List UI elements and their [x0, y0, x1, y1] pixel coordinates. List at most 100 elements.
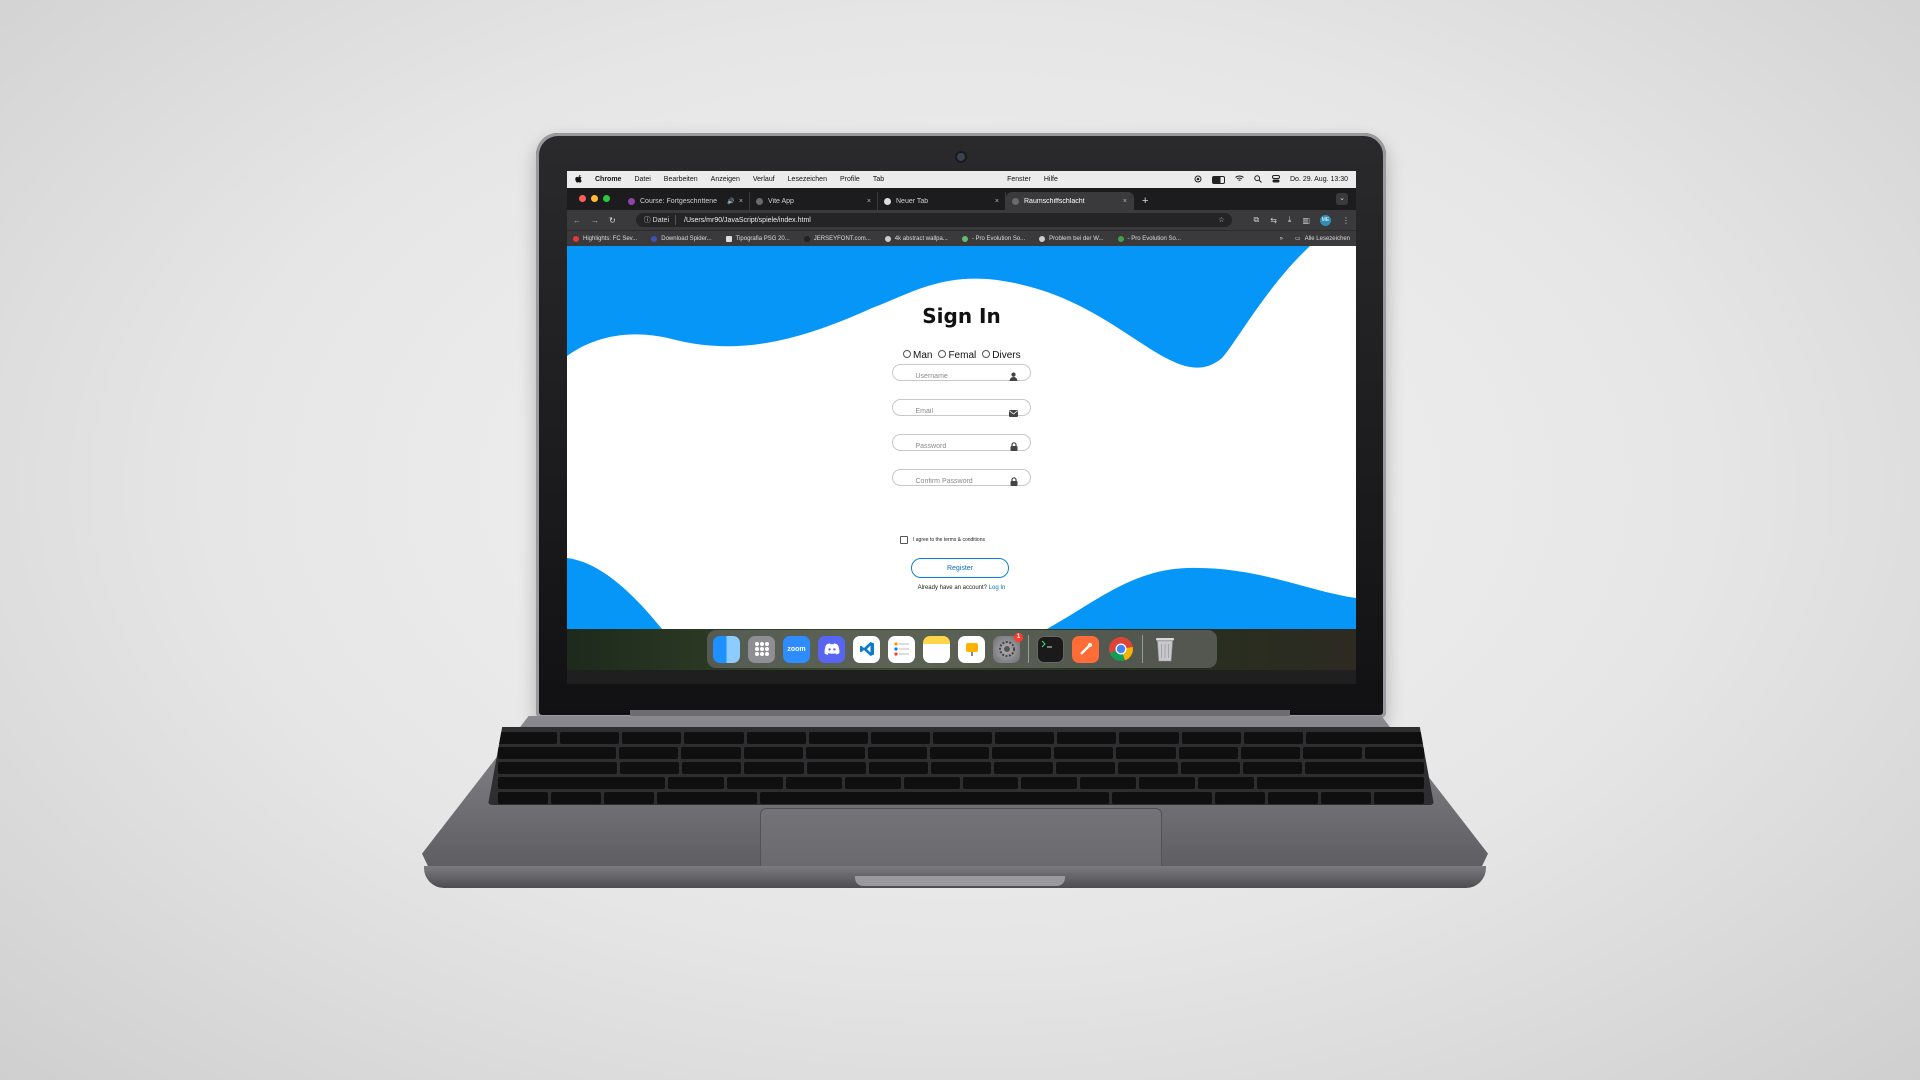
- macos-menubar: Chrome Datei Bearbeiten Anzeigen Verlauf…: [567, 171, 1356, 188]
- macos-dock: zoom 1: [707, 630, 1217, 668]
- bookmark-item[interactable]: JERSEYFONT.com...: [803, 235, 871, 242]
- site-info-label: Datei: [652, 217, 669, 224]
- tab-new-tab[interactable]: Neuer Tab ×: [878, 192, 1006, 210]
- screen-record-icon[interactable]: [1194, 175, 1202, 185]
- control-center-icon[interactable]: [1272, 174, 1280, 185]
- menu-profile[interactable]: Profile: [840, 176, 860, 183]
- keynote-icon[interactable]: [958, 635, 985, 663]
- close-tab-icon[interactable]: ×: [867, 198, 871, 205]
- system-settings-icon[interactable]: 1: [993, 632, 1023, 663]
- close-tab-icon[interactable]: ×: [739, 198, 743, 205]
- address-url[interactable]: /Users/mr90/JavaScript/spiele/index.html: [684, 217, 1218, 224]
- zoom-app-icon[interactable]: zoom: [783, 635, 810, 663]
- menu-hilfe[interactable]: Hilfe: [1044, 176, 1058, 183]
- bookmark-star-icon[interactable]: ☆: [1218, 216, 1224, 224]
- zoom-app-label: zoom: [787, 645, 806, 653]
- folder-icon: ▭: [1294, 236, 1301, 242]
- register-button[interactable]: Register: [911, 558, 1009, 578]
- email-input[interactable]: [913, 403, 1018, 420]
- password-input[interactable]: [913, 438, 1018, 455]
- gender-option-femal[interactable]: Femal: [938, 350, 976, 361]
- battery-icon[interactable]: [1212, 175, 1225, 184]
- menu-datei[interactable]: Datei: [634, 176, 650, 183]
- new-tab-button[interactable]: +: [1142, 195, 1148, 207]
- radio-button[interactable]: [903, 350, 911, 358]
- username-input[interactable]: [913, 368, 1018, 385]
- extensions-icon[interactable]: ⧉: [1253, 215, 1259, 225]
- menu-tab[interactable]: Tab: [873, 176, 884, 183]
- downloads-icon[interactable]: ⤓: [1288, 215, 1292, 225]
- reminders-icon[interactable]: [888, 635, 915, 663]
- vscode-icon[interactable]: [853, 635, 880, 663]
- launchpad-icon[interactable]: [748, 635, 775, 663]
- bookmark-item[interactable]: Highlights: FC Sev...: [573, 235, 637, 242]
- chrome-menu-icon[interactable]: ⋮: [1342, 216, 1350, 225]
- username-field: [892, 364, 1031, 385]
- finder-icon[interactable]: [713, 635, 740, 663]
- apple-menu-icon[interactable]: [575, 174, 582, 185]
- course-favicon-icon: [628, 197, 635, 205]
- notes-icon[interactable]: [923, 635, 950, 663]
- radio-label: Man: [913, 350, 933, 361]
- bottom-right-wave: [1047, 567, 1356, 629]
- tab-vite-app[interactable]: Vite App ×: [750, 192, 878, 210]
- tab-label: Vite App: [768, 197, 794, 205]
- speaker-icon[interactable]: 🔊: [727, 198, 734, 205]
- close-tab-icon[interactable]: ×: [1123, 198, 1127, 205]
- menu-lesezeichen[interactable]: Lesezeichen: [788, 176, 827, 183]
- bookmark-item[interactable]: Problem bei der W...: [1039, 235, 1104, 242]
- postman-icon[interactable]: [1072, 635, 1099, 663]
- site-info-chip[interactable]: ⓘ Datei: [644, 215, 676, 225]
- menu-verlauf[interactable]: Verlauf: [753, 176, 775, 183]
- all-bookmarks-label: Alle Lesezeichen: [1304, 235, 1350, 242]
- menubar-datetime[interactable]: Do. 29. Aug. 13:30: [1290, 176, 1348, 183]
- close-window-button[interactable]: [579, 195, 586, 202]
- tab-course[interactable]: Course: Fortgeschrittene 🔊 ×: [622, 192, 750, 210]
- bookmark-item[interactable]: - Pro Evolution So...: [961, 235, 1026, 242]
- tab-raumschiffschlacht[interactable]: Raumschiffschlacht ×: [1006, 192, 1134, 210]
- site-favicon-icon: [884, 235, 891, 242]
- login-link[interactable]: Log In: [989, 585, 1006, 591]
- page-title: Sign In: [922, 304, 1001, 328]
- email-field: [892, 399, 1031, 420]
- bookmark-item[interactable]: Download Spider...: [651, 235, 712, 242]
- reload-icon[interactable]: ↻: [609, 216, 616, 225]
- spotlight-search-icon[interactable]: [1254, 174, 1262, 185]
- bookmark-item[interactable]: - Pro Evolution So...: [1117, 235, 1181, 242]
- menu-bearbeiten[interactable]: Bearbeiten: [664, 176, 698, 183]
- profile-avatar[interactable]: ME: [1320, 214, 1331, 226]
- radio-button[interactable]: [982, 350, 991, 358]
- menu-fenster[interactable]: Fenster: [1007, 176, 1031, 183]
- bookmark-item[interactable]: 4k abstract wallpa...: [884, 235, 948, 242]
- discord-icon[interactable]: [818, 635, 845, 663]
- back-arrow-icon[interactable]: ←: [573, 216, 581, 225]
- minimize-window-button[interactable]: [591, 195, 598, 202]
- confirm-password-input[interactable]: [913, 473, 1018, 490]
- bookmark-label: Problem bei der W...: [1049, 235, 1104, 242]
- trash-icon[interactable]: [1151, 636, 1178, 663]
- bookmark-label: - Pro Evolution So...: [971, 235, 1026, 242]
- zoom-window-button[interactable]: [603, 195, 610, 202]
- menubar-app-name[interactable]: Chrome: [595, 176, 621, 183]
- translate-icon[interactable]: ⇆: [1270, 216, 1277, 225]
- forward-arrow-icon[interactable]: →: [591, 216, 599, 225]
- side-panel-icon[interactable]: ▥: [1302, 216, 1310, 225]
- keyboard: [488, 727, 1434, 805]
- lock-icon: [1010, 438, 1018, 456]
- menu-anzeigen[interactable]: Anzeigen: [711, 176, 740, 183]
- terminal-icon[interactable]: [1037, 635, 1064, 663]
- address-bar[interactable]: ⓘ Datei /Users/mr90/JavaScript/spiele/in…: [635, 213, 1233, 227]
- all-bookmarks-button[interactable]: ▭ Alle Lesezeichen: [1294, 235, 1350, 243]
- radio-button[interactable]: [938, 350, 947, 358]
- gender-option-divers[interactable]: Divers: [982, 350, 1021, 361]
- close-tab-icon[interactable]: ×: [995, 198, 999, 205]
- gender-option-man[interactable]: Man: [903, 350, 932, 361]
- tab-search-button[interactable]: ⌄: [1336, 193, 1348, 205]
- chrome-icon[interactable]: [1107, 636, 1134, 663]
- bookmark-item[interactable]: Tipografia PSG 20...: [725, 235, 790, 242]
- wifi-icon[interactable]: [1235, 175, 1244, 184]
- dock-separator: [1028, 635, 1029, 663]
- terms-checkbox[interactable]: [900, 536, 908, 544]
- more-bookmarks-button[interactable]: »: [1280, 236, 1283, 242]
- sign-in-page: Sign In Man Femal Divers Username Email …: [567, 246, 1356, 629]
